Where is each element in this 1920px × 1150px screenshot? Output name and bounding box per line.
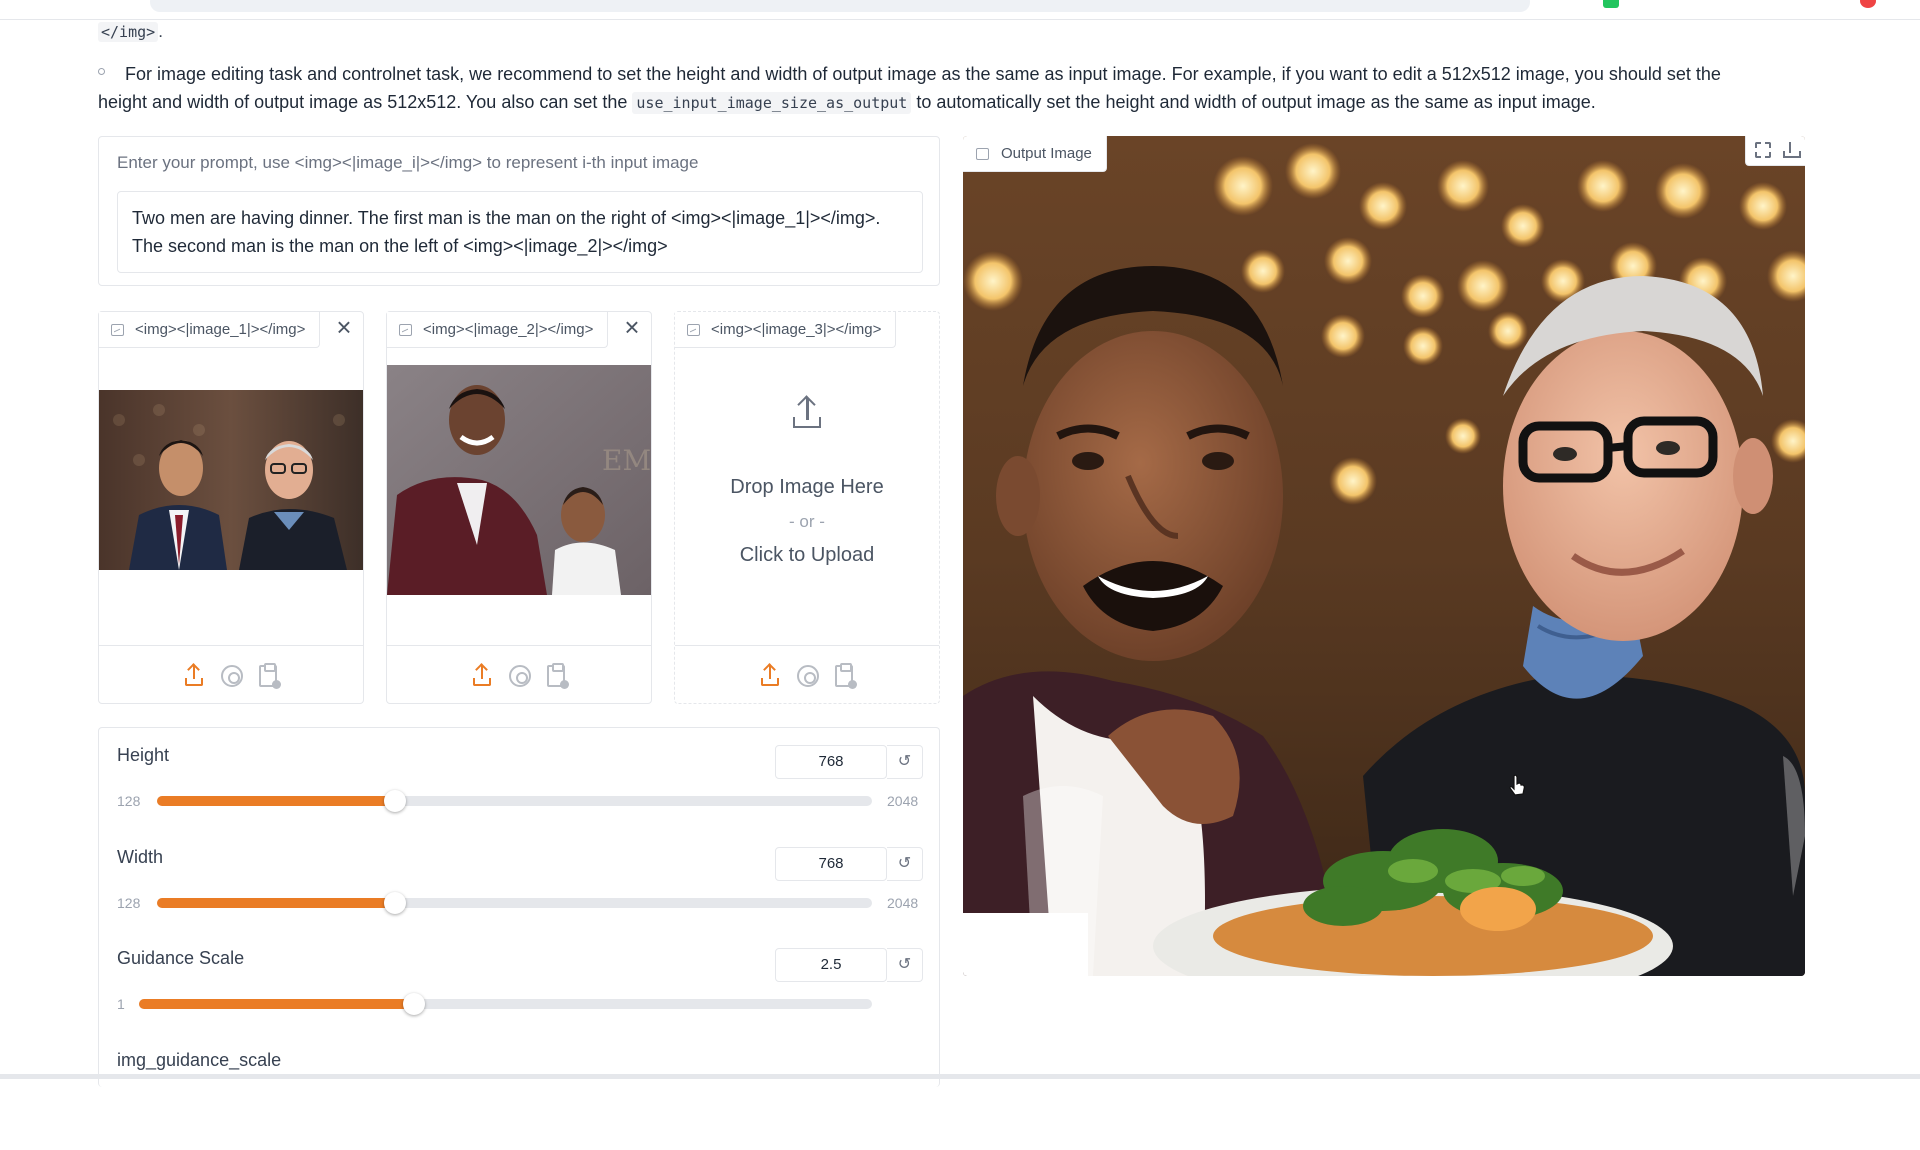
guidance-input[interactable]: 2.5: [775, 948, 887, 982]
prompt-input[interactable]: Two men are having dinner. The first man…: [117, 191, 923, 273]
bullet-text-2b: to automatically set the height and widt…: [911, 92, 1596, 112]
or-text: - or -: [789, 512, 825, 531]
upload-icon[interactable]: [471, 665, 493, 687]
image-3-dropzone[interactable]: Drop Image Here - or - Click to Upload: [675, 348, 939, 646]
guidance-min: 1: [117, 996, 125, 1012]
width-input[interactable]: 768: [775, 847, 887, 881]
bottom-divider: [0, 1074, 1920, 1079]
svg-text:EM: EM: [602, 444, 651, 477]
bullet-text-1: For image editing task and controlnet ta…: [125, 64, 1721, 84]
image-input-1: <img><|image_1|></img> ×: [98, 311, 364, 704]
height-slider[interactable]: [157, 790, 872, 812]
height-slider-row: Height 768 ↺ 128 2048: [99, 745, 939, 845]
upload-icon[interactable]: [183, 665, 205, 687]
image-2-label: <img><|image_2|></img>: [387, 312, 609, 348]
slider-handle[interactable]: [384, 892, 407, 914]
prompt-label: Enter your prompt, use <img><|image_i|><…: [117, 153, 699, 172]
image-icon: [399, 324, 412, 336]
image-1-label: <img><|image_1|></img>: [99, 312, 321, 348]
extension-icon[interactable]: [1603, 0, 1619, 8]
clipboard-icon[interactable]: [259, 663, 281, 689]
prompt-panel: Enter your prompt, use <img><|image_i|><…: [98, 136, 940, 286]
webcam-icon[interactable]: [221, 665, 243, 687]
image-3-label: <img><|image_3|></img>: [675, 312, 897, 348]
bullet-code: use_input_image_size_as_output: [632, 92, 912, 114]
image-1-toolbar: [99, 645, 363, 703]
output-label: Output Image: [963, 136, 1107, 172]
image-icon: [976, 148, 989, 160]
prompt-value-line2: The second man is the man on the left of…: [132, 236, 668, 256]
webcam-icon[interactable]: [797, 665, 819, 687]
image-input-3: <img><|image_3|></img> Drop Image Here -…: [674, 311, 940, 704]
output-actions: [1745, 136, 1805, 166]
drop-text: Drop Image Here: [730, 476, 884, 498]
slider-handle[interactable]: [384, 790, 407, 812]
width-max: 2048: [887, 895, 919, 911]
height-min: 128: [117, 793, 141, 809]
close-icon[interactable]: ×: [619, 314, 645, 341]
hand-cursor-icon: [1509, 774, 1525, 796]
reset-icon[interactable]: ↺: [887, 847, 923, 881]
bullet-text-2: height and width of output image as 512x…: [98, 88, 1596, 117]
output-label-text: Output Image: [1001, 145, 1092, 162]
width-slider-row: Width 768 ↺ 128 2048: [99, 847, 939, 947]
image-2-preview[interactable]: EM: [387, 365, 651, 595]
reset-icon[interactable]: ↺: [887, 948, 923, 982]
guidance-slider[interactable]: [139, 993, 872, 1015]
bullet-dot: [98, 68, 105, 75]
guidance-slider-row: Guidance Scale 2.5 ↺ 1: [99, 948, 939, 1048]
image-1-label-text: <img><|image_1|></img>: [135, 321, 306, 338]
webcam-icon[interactable]: [509, 665, 531, 687]
width-slider[interactable]: [157, 892, 872, 914]
height-label: Height: [117, 745, 170, 765]
profile-icon[interactable]: [1860, 0, 1876, 8]
upload-icon[interactable]: [759, 665, 781, 687]
width-label: Width: [117, 847, 164, 867]
width-min: 128: [117, 895, 141, 911]
guidance-label: Guidance Scale: [117, 948, 245, 968]
image-1-preview[interactable]: [99, 390, 363, 570]
output-image[interactable]: [963, 136, 1805, 976]
img-guidance-row: img_guidance_scale: [99, 1050, 939, 1150]
browser-top-bar: [0, 0, 1920, 20]
settings-panel: Height 768 ↺ 128 2048 Width 768 ↺ 128 20…: [98, 727, 940, 1087]
slider-handle[interactable]: [402, 993, 425, 1015]
image-icon: [111, 324, 124, 336]
clipboard-icon[interactable]: [547, 663, 569, 689]
bullet-text-2a: height and width of output image as 512x…: [98, 92, 633, 112]
reset-icon[interactable]: ↺: [887, 745, 923, 779]
image-2-toolbar: [387, 645, 651, 703]
click-upload-text: Click to Upload: [739, 544, 875, 566]
fullscreen-icon[interactable]: [1755, 142, 1771, 158]
image-2-label-text: <img><|image_2|></img>: [423, 321, 594, 338]
download-icon[interactable]: [1782, 142, 1801, 158]
image-3-toolbar: [675, 645, 939, 703]
output-panel: Output Image: [963, 136, 1805, 976]
address-bar[interactable]: [150, 0, 1530, 12]
output-mask: [963, 913, 1088, 976]
height-input[interactable]: 768: [775, 745, 887, 779]
clipboard-icon[interactable]: [835, 663, 857, 689]
prompt-value-line1: Two men are having dinner. The first man…: [132, 208, 881, 228]
upload-icon: [792, 398, 822, 428]
image-3-label-text: <img><|image_3|></img>: [711, 321, 882, 338]
doc-code: </img>: [98, 22, 159, 42]
close-icon[interactable]: ×: [331, 314, 357, 341]
height-max: 2048: [887, 793, 919, 809]
doc-period: .: [158, 22, 163, 41]
img-guidance-label: img_guidance_scale: [117, 1050, 282, 1070]
image-icon: [687, 324, 700, 336]
doc-fragment: </img>.: [98, 22, 163, 42]
image-input-2: <img><|image_2|></img> × EM: [386, 311, 652, 704]
